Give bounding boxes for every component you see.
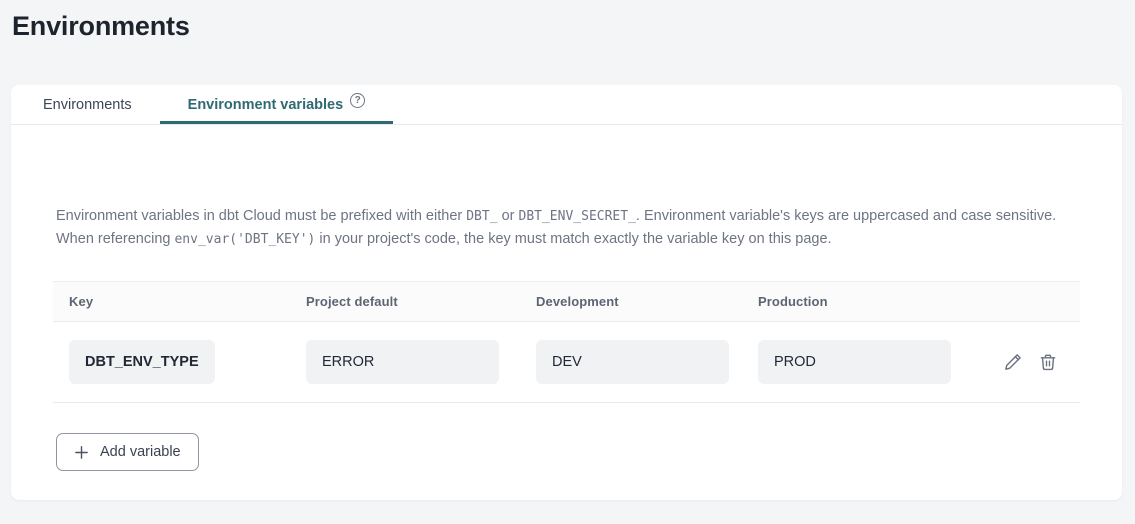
table-row: DBT_ENV_TYPE ERROR DEV PROD [53, 322, 1080, 403]
description-part-2: or [498, 208, 519, 224]
cell-production: PROD [758, 340, 980, 384]
column-header-key: Key [69, 294, 306, 309]
edit-variable-button[interactable] [1003, 352, 1023, 372]
description-part-4: in your project's code, the key must mat… [315, 231, 831, 247]
tabbar: Environments Environment variables ? [11, 85, 1122, 125]
row-actions [980, 352, 1064, 372]
description-part-1: Environment variables in dbt Cloud must … [56, 208, 466, 224]
code-dbt-env-secret-prefix: DBT_ENV_SECRET_ [519, 209, 636, 224]
code-env-var-example: env_var('DBT_KEY') [174, 232, 315, 247]
tab-environment-variables[interactable]: Environment variables ? [160, 85, 394, 124]
code-dbt-prefix: DBT_ [466, 209, 497, 224]
tab-environments[interactable]: Environments [15, 85, 160, 124]
help-icon[interactable]: ? [350, 93, 365, 108]
add-variable-button[interactable]: Add variable [56, 433, 199, 471]
description-text: Environment variables in dbt Cloud must … [56, 205, 1080, 251]
tab-environment-variables-label: Environment variables [188, 97, 344, 113]
cell-key: DBT_ENV_TYPE [69, 340, 306, 384]
pencil-icon [1003, 360, 1023, 375]
cell-development: DEV [536, 340, 758, 384]
plus-icon [74, 445, 89, 460]
column-header-project-default: Project default [306, 294, 536, 309]
card-body: Environment variables in dbt Cloud must … [11, 205, 1122, 471]
page-title: Environments [12, 10, 1135, 43]
development-value-chip: DEV [536, 340, 729, 384]
trash-icon [1038, 360, 1058, 375]
variable-key-chip: DBT_ENV_TYPE [69, 340, 215, 384]
add-variable-label: Add variable [100, 444, 181, 460]
delete-variable-button[interactable] [1038, 352, 1058, 372]
cell-project-default: ERROR [306, 340, 536, 384]
production-value-chip: PROD [758, 340, 951, 384]
table-header-row: Key Project default Development Producti… [53, 281, 1080, 322]
environments-card: Environments Environment variables ? Env… [11, 85, 1122, 500]
column-header-production: Production [758, 294, 980, 309]
tab-environments-label: Environments [43, 97, 132, 113]
column-header-development: Development [536, 294, 758, 309]
env-variables-table: Key Project default Development Producti… [53, 281, 1080, 403]
project-default-value-chip: ERROR [306, 340, 499, 384]
